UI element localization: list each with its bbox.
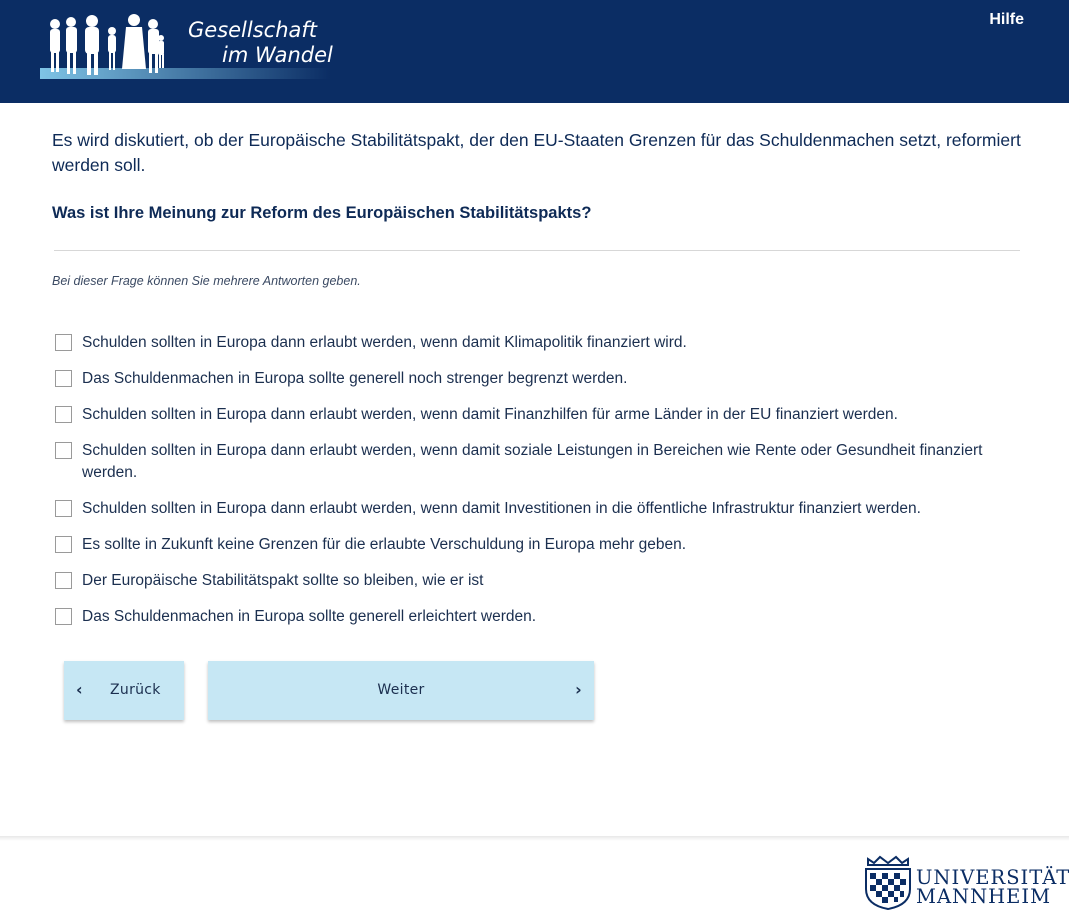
option-checkbox[interactable] [55,500,72,517]
back-button-label: Zurück [110,682,161,698]
back-button[interactable]: ‹ Zurück [64,661,184,720]
option-item[interactable]: Es sollte in Zukunft keine Grenzen für d… [55,534,1015,556]
option-label[interactable]: Das Schuldenmachen in Europa sollte gene… [82,606,1007,628]
question-content: Es wird diskutiert, ob der Europäische S… [52,128,1022,288]
option-label[interactable]: Der Europäische Stabilitätspakt sollte s… [82,570,1007,592]
option-label[interactable]: Schulden sollten in Europa dann erlaubt … [82,498,1007,520]
option-checkbox[interactable] [55,442,72,459]
option-item[interactable]: Das Schuldenmachen in Europa sollte gene… [55,368,1015,390]
header-bar: Gesellschaft im Wandel Hilfe [0,0,1069,103]
option-item[interactable]: Schulden sollten in Europa dann erlaubt … [55,498,1015,520]
university-name-line-2: MANNHEIM [916,885,1052,908]
option-item[interactable]: Der Europäische Stabilitätspakt sollte s… [55,570,1015,592]
option-label[interactable]: Schulden sollten in Europa dann erlaubt … [82,332,1007,354]
answer-options: Schulden sollten in Europa dann erlaubt … [55,332,1015,642]
option-label[interactable]: Schulden sollten in Europa dann erlaubt … [82,404,1007,426]
footer-divider [0,836,1069,841]
multiple-answers-hint: Bei dieser Frage können Sie mehrere Antw… [52,274,361,288]
option-label[interactable]: Es sollte in Zukunft keine Grenzen für d… [82,534,1007,556]
question-intro: Es wird diskutiert, ob der Europäische S… [52,130,1021,175]
option-checkbox[interactable] [55,572,72,589]
option-label[interactable]: Schulden sollten in Europa dann erlaubt … [82,440,1007,484]
option-checkbox[interactable] [55,536,72,553]
option-item[interactable]: Schulden sollten in Europa dann erlaubt … [55,404,1015,426]
university-crest-icon [865,855,911,911]
option-checkbox[interactable] [55,608,72,625]
logo-line-1: Gesellschaft [188,18,318,42]
university-name: UNIVERSITÄT MANNHEIM [916,868,1069,908]
option-item[interactable]: Schulden sollten in Europa dann erlaubt … [55,440,1015,484]
logo-text: Gesellschaft im Wandel [188,18,333,68]
option-item[interactable]: Schulden sollten in Europa dann erlaubt … [55,332,1015,354]
logo-line-2: im Wandel [222,43,333,67]
chevron-left-icon: ‹ [76,680,83,699]
next-button[interactable]: Weiter › [208,661,594,720]
option-item[interactable]: Das Schuldenmachen in Europa sollte gene… [55,606,1015,628]
option-label[interactable]: Das Schuldenmachen in Europa sollte gene… [82,368,1007,390]
question-title: Was ist Ihre Meinung zur Reform des Euro… [52,204,592,222]
chevron-right-icon: › [575,680,582,699]
option-checkbox[interactable] [55,406,72,423]
option-checkbox[interactable] [55,370,72,387]
universitaet-mannheim-logo: UNIVERSITÄT MANNHEIM [862,855,1069,911]
gesellschaft-im-wandel-logo: Gesellschaft im Wandel [40,10,340,90]
next-button-label: Weiter [377,682,425,698]
option-checkbox[interactable] [55,334,72,351]
help-link[interactable]: Hilfe [989,11,1024,29]
divider [54,250,1020,251]
